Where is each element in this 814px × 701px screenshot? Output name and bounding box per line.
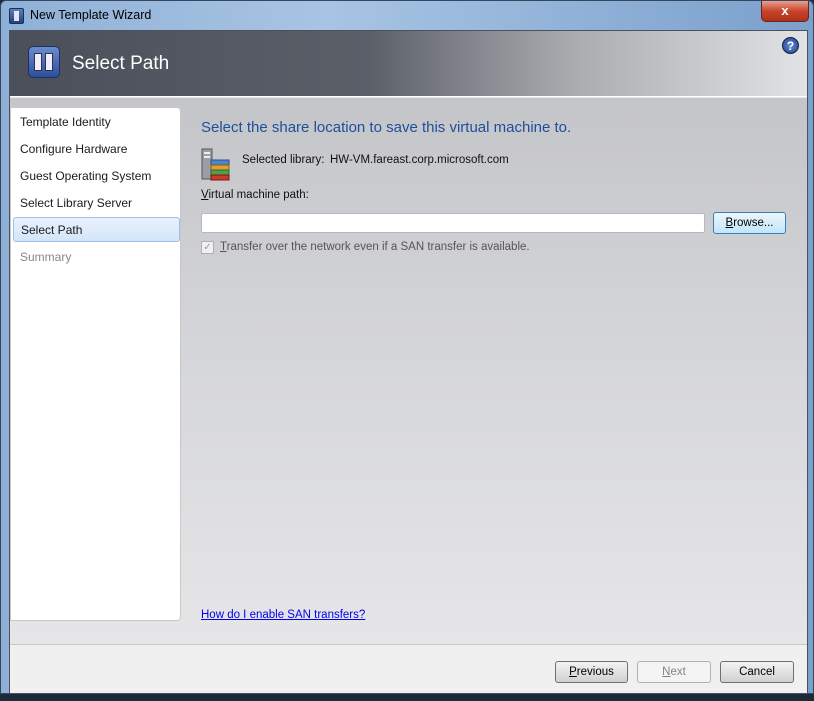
san-help-link[interactable]: How do I enable SAN transfers? (201, 609, 365, 621)
vm-path-input[interactable] (201, 213, 705, 233)
app-icon (9, 8, 24, 24)
taskbar-strip (0, 694, 814, 701)
step-summary: Summary (20, 250, 72, 264)
wizard-footer: Previous Next Cancel (10, 644, 807, 693)
transfer-network-label: Transfer over the network even if a SAN … (220, 241, 530, 253)
step-guest-operating-system[interactable]: Guest Operating System (20, 169, 151, 183)
selected-library-value: HW-VM.fareast.corp.microsoft.com (330, 154, 509, 166)
wizard-body: Template Identity Configure Hardware Gue… (10, 98, 807, 644)
vm-path-label: Virtual machine path: (201, 189, 309, 201)
library-server-icon (201, 148, 230, 181)
previous-button[interactable]: Previous (555, 661, 628, 683)
help-icon[interactable]: ? (782, 37, 799, 54)
title-bar[interactable]: New Template Wizard x (1, 1, 813, 30)
step-select-library-server[interactable]: Select Library Server (20, 196, 132, 210)
window-title: New Template Wizard (30, 8, 152, 22)
server-icon (28, 46, 60, 78)
wizard-client: Select Path ? Template Identity Configur… (9, 30, 808, 694)
step-select-path[interactable]: Select Path (13, 217, 180, 242)
section-heading: Select the share location to save this v… (201, 119, 572, 136)
selected-library-label: Selected library: (242, 154, 325, 166)
step-configure-hardware[interactable]: Configure Hardware (20, 142, 127, 156)
wizard-window: New Template Wizard x Select Path ? Temp… (0, 0, 814, 694)
step-template-identity[interactable]: Template Identity (20, 115, 111, 129)
cancel-button[interactable]: Cancel (720, 661, 794, 683)
step-sidebar: Template Identity Configure Hardware Gue… (10, 107, 181, 621)
wizard-header: Select Path ? (10, 31, 807, 97)
close-button[interactable]: x (761, 1, 809, 22)
next-button: Next (637, 661, 711, 683)
browse-button[interactable]: Browse... (713, 212, 786, 234)
transfer-network-checkbox[interactable]: ✓ (201, 241, 214, 254)
page-title: Select Path (72, 53, 170, 74)
